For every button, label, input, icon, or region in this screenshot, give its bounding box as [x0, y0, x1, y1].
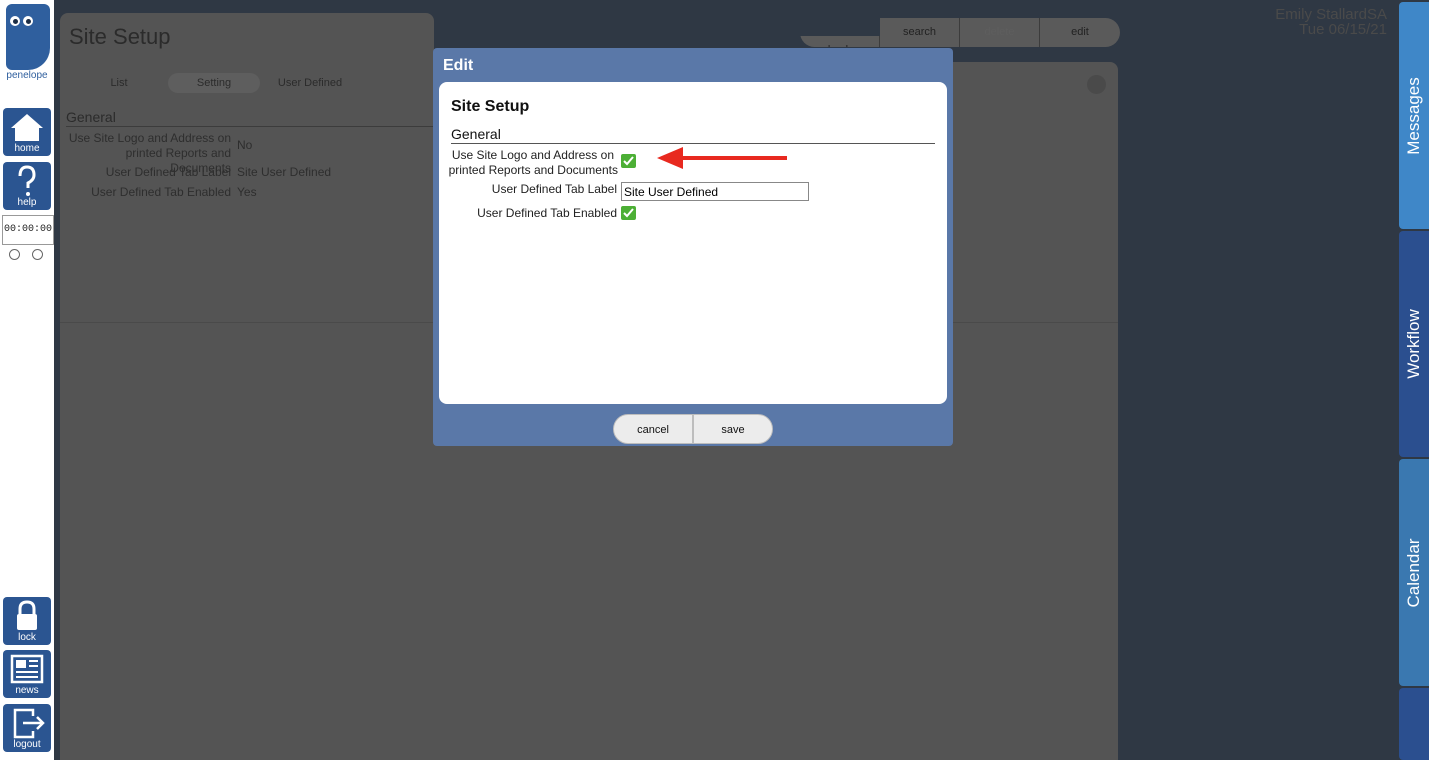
messages-label: Messages	[1404, 76, 1423, 155]
field-value-site-logo: No	[237, 138, 253, 152]
edit-modal: Edit Site Setup General Use Site Logo an…	[433, 48, 953, 446]
question-icon	[18, 165, 36, 196]
left-sidebar: penelope home help 00:00:00 lock news lo…	[0, 0, 54, 760]
tab-label-input[interactable]	[621, 182, 809, 201]
tab-user-defined[interactable]: User Defined	[268, 73, 352, 93]
tab-setting[interactable]: Setting	[168, 73, 260, 93]
user-name: Emily StallardSA	[1275, 6, 1387, 23]
lock-icon	[17, 600, 37, 630]
owl-icon	[6, 4, 50, 70]
logo-text: penelope	[6, 70, 48, 81]
checkmark-icon	[623, 208, 634, 218]
field-value-tab-enabled: Yes	[237, 185, 257, 199]
logout-label: logout	[13, 739, 41, 750]
news-label: news	[15, 685, 39, 696]
tab-enabled-label: User Defined Tab Enabled	[477, 206, 617, 220]
play-icon[interactable]	[32, 249, 43, 260]
edit-button[interactable]: edit	[1040, 18, 1120, 47]
checkmark-icon	[623, 156, 634, 166]
penelope-logo[interactable]: penelope	[3, 4, 51, 84]
home-button[interactable]: home	[3, 108, 51, 156]
lock-button[interactable]: lock	[3, 597, 51, 645]
red-arrow-annotation	[657, 147, 787, 169]
workflow-label: Workflow	[1404, 309, 1423, 379]
logout-icon	[13, 708, 45, 739]
home-icon	[11, 114, 43, 141]
back-button[interactable]: back	[800, 36, 880, 47]
news-button[interactable]: news	[3, 650, 51, 698]
logout-button[interactable]: logout	[3, 704, 51, 752]
help-button[interactable]: help	[3, 162, 51, 210]
lock-label: lock	[18, 632, 36, 643]
field-value-tab-label: Site User Defined	[237, 165, 332, 179]
site-logo-label: Use Site Logo and Address on printed Rep…	[439, 148, 618, 178]
user-info: Emily StallardSA Tue 06/15/21	[1275, 7, 1387, 37]
home-label: home	[14, 143, 40, 154]
extra-tab	[1399, 688, 1429, 760]
modal-section-rule	[451, 143, 935, 144]
newspaper-icon	[10, 654, 44, 684]
save-button[interactable]: save	[693, 414, 773, 444]
tab-list[interactable]: List	[90, 73, 148, 93]
site-logo-checkbox[interactable]	[621, 154, 636, 168]
current-date: Tue 06/15/21	[1299, 21, 1387, 38]
modal-heading: Site Setup	[451, 98, 530, 115]
section-rule	[66, 126, 434, 127]
site-logo-label-line1: Use Site Logo and Address on	[451, 148, 614, 162]
calendar-tab[interactable]: Calendar	[1399, 459, 1429, 686]
field-label-tab-label: User Defined Tab Label	[105, 165, 231, 179]
calendar-label: Calendar	[1404, 538, 1423, 607]
cancel-button[interactable]: cancel	[613, 414, 693, 444]
modal-body: Site Setup General Use Site Logo and Add…	[439, 82, 947, 404]
section-general: General	[66, 109, 116, 125]
modal-section-general: General	[451, 126, 501, 142]
delete-button[interactable]: delete	[960, 18, 1040, 47]
site-logo-label-line2: printed Reports and Documents	[448, 163, 618, 177]
page-title: Site Setup	[69, 24, 171, 49]
workflow-tab[interactable]: Workflow	[1399, 231, 1429, 457]
help-circle-icon[interactable]	[1087, 75, 1106, 94]
search-button[interactable]: search	[880, 18, 960, 47]
modal-title: Edit	[443, 57, 474, 74]
messages-tab[interactable]: Messages	[1399, 2, 1429, 229]
field-label-tab-enabled: User Defined Tab Enabled	[91, 185, 231, 199]
toolbar: back search delete edit	[800, 18, 1120, 47]
tab-enabled-checkbox[interactable]	[621, 206, 636, 220]
tab-label-label: User Defined Tab Label	[491, 182, 617, 196]
help-label: help	[17, 197, 37, 208]
stop-icon[interactable]	[9, 249, 20, 260]
session-timer: 00:00:00	[2, 215, 54, 245]
